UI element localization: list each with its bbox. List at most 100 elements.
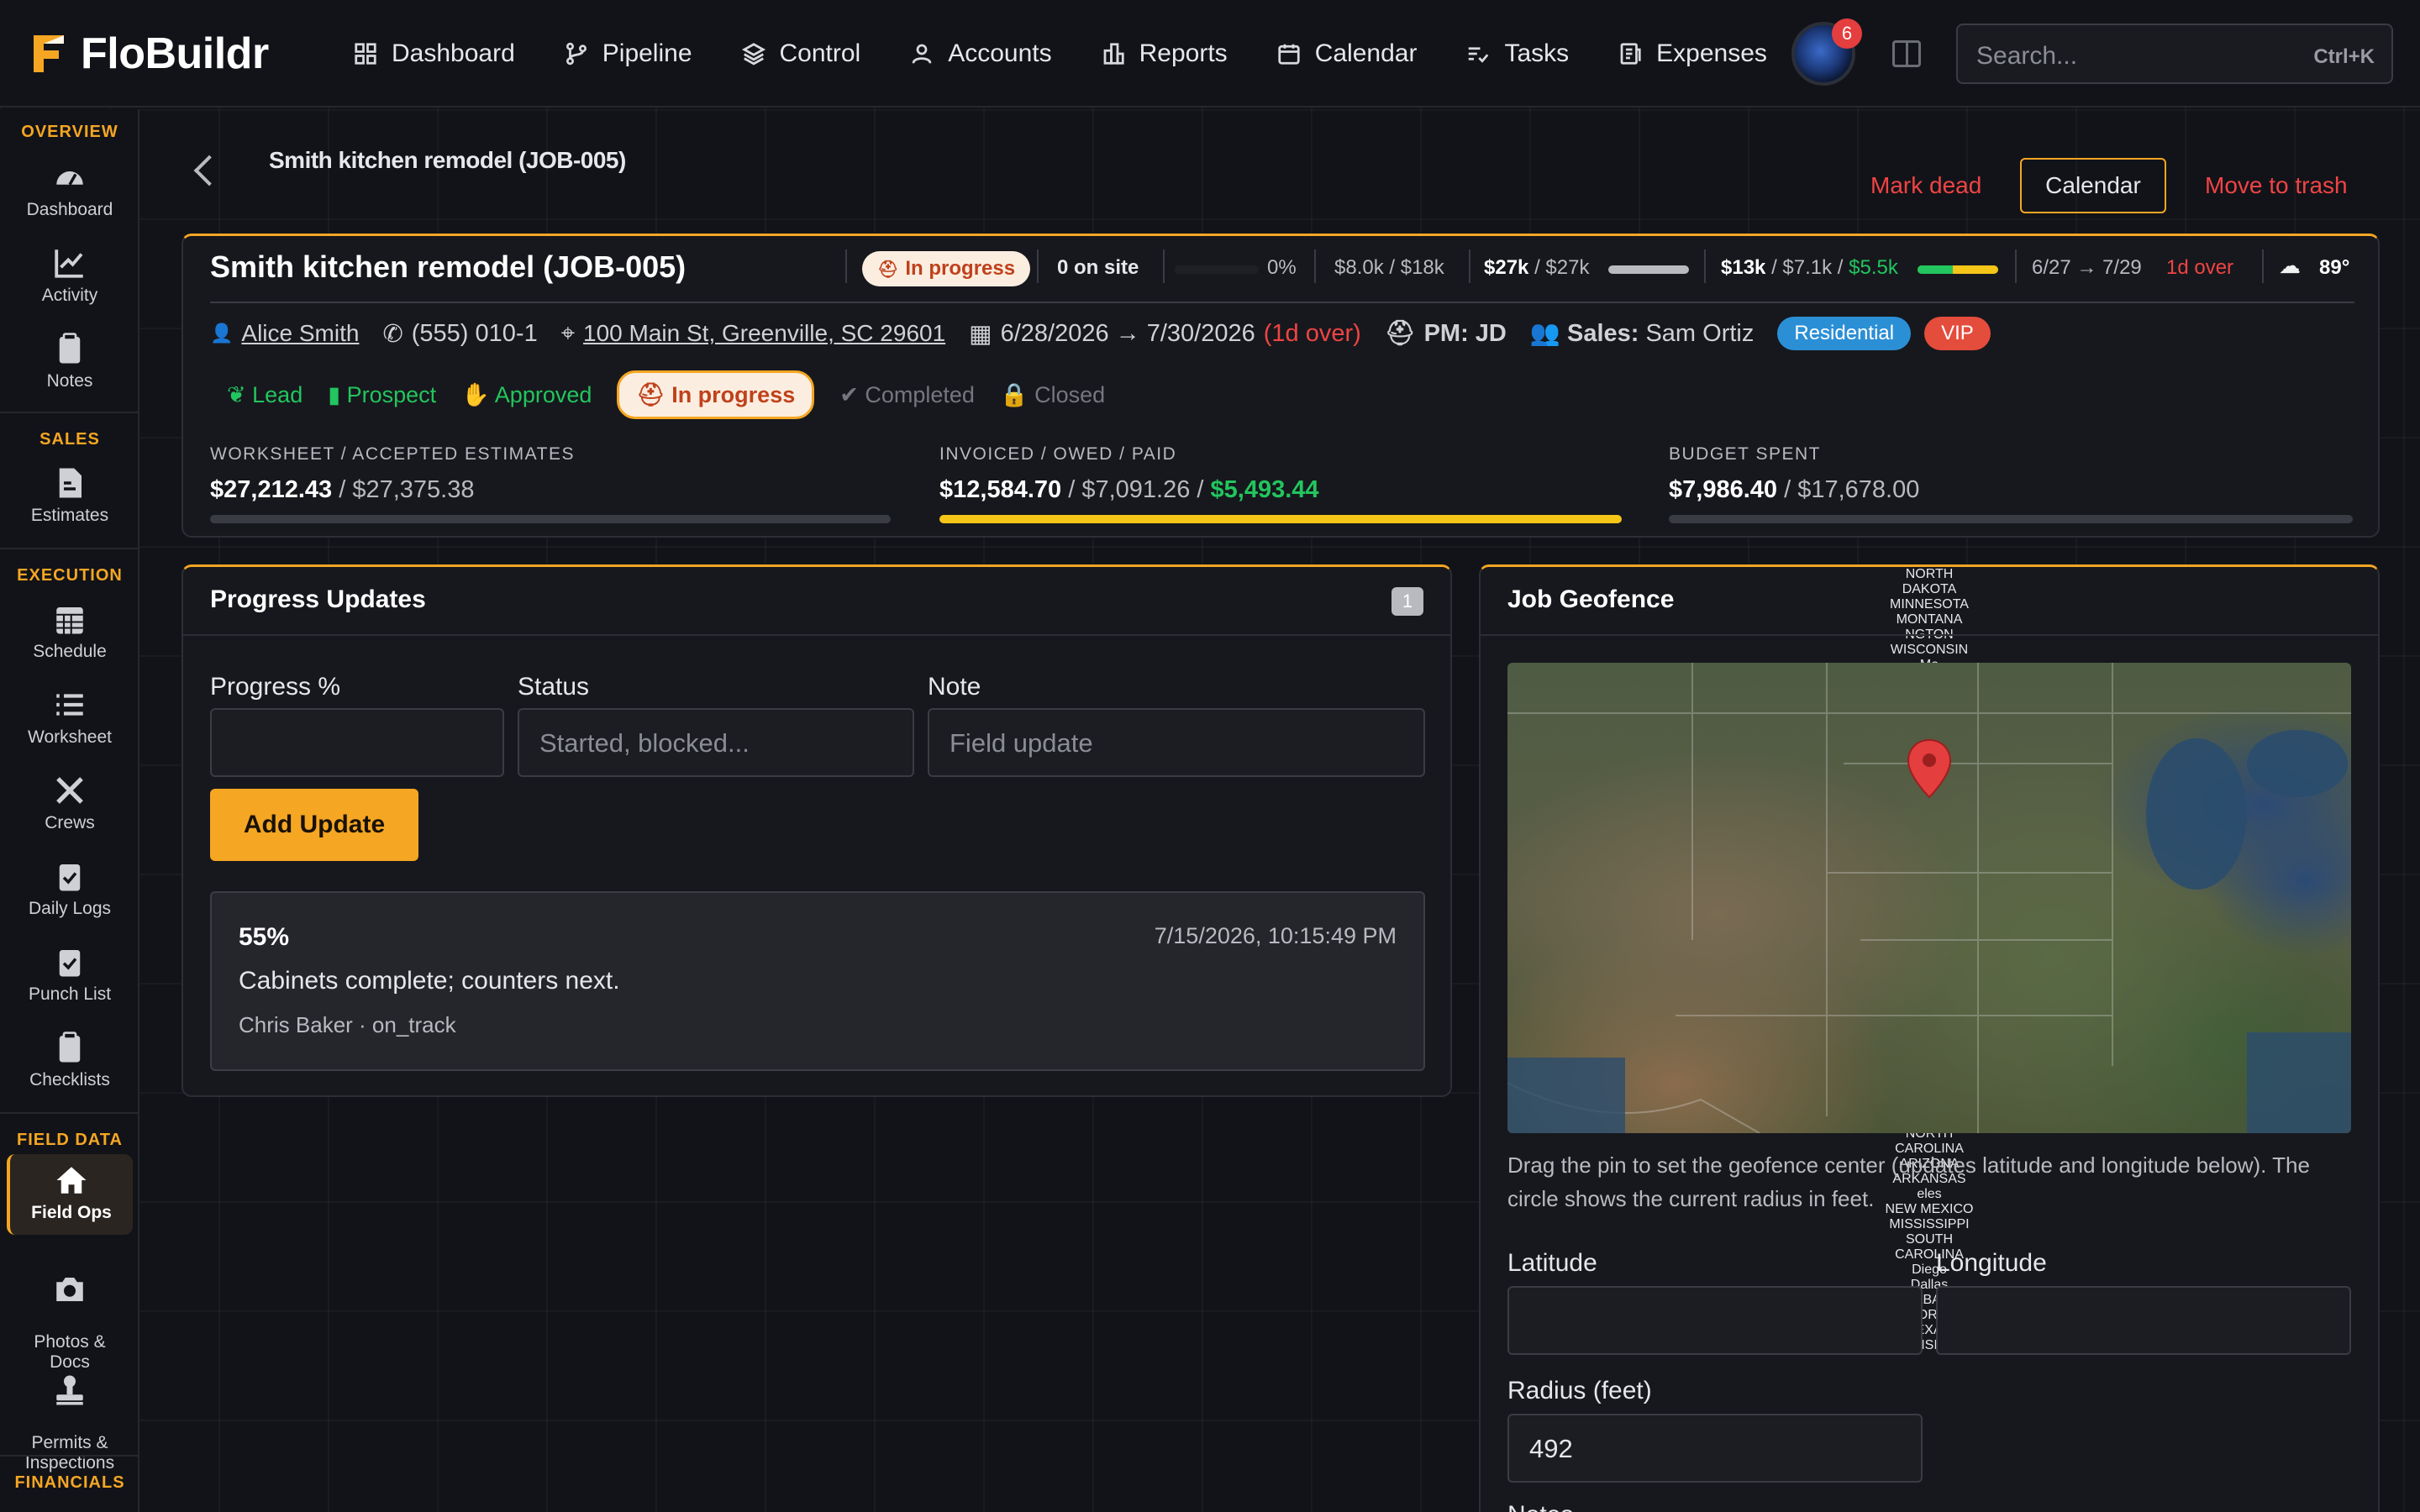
invoiced-bar <box>939 515 1622 523</box>
sidebar-item-label: Notes <box>46 371 93 391</box>
budget-stat-label: BUDGET SPENT <box>1669 444 1821 464</box>
address-link[interactable]: 100 Main St, Greenville, SC 29601 <box>583 320 945 347</box>
sidebar-item-daily-logs[interactable]: Daily Logs <box>0 858 139 919</box>
nav-dashboard[interactable]: Dashboard <box>353 39 515 68</box>
note-placeholder: Field update <box>950 728 1093 758</box>
stage-in-progress[interactable]: ⛑ In progress <box>617 370 815 419</box>
sidebar-item-activity[interactable]: Activity <box>0 245 139 306</box>
divider <box>210 302 2354 303</box>
nav-reports[interactable]: Reports <box>1101 39 1228 68</box>
map-label: WISCONSIN <box>1890 643 1969 657</box>
sidebar-item-label: Activity <box>41 286 98 305</box>
receipt-icon <box>1620 43 1641 65</box>
sidebar-item-label: Field Ops <box>31 1203 112 1222</box>
status-input[interactable]: Started, blocked... <box>518 708 914 777</box>
add-update-button[interactable]: Add Update <box>210 789 418 861</box>
invoice-mini-invoiced: $13k <box>1721 256 1766 279</box>
latitude-input[interactable] <box>1507 1286 1923 1355</box>
search-input[interactable]: Search... Ctrl+K <box>1956 24 2393 84</box>
divider <box>1037 249 1039 283</box>
stage-closed[interactable]: 🔒 Closed <box>1000 381 1105 408</box>
stage-completed[interactable]: ✔ Completed <box>839 382 975 408</box>
progress-mini-bar <box>1175 265 1259 274</box>
sidebar-item-label: Checklists <box>29 1070 110 1089</box>
sidebar-section-field-data: FIELD DATA <box>17 1131 123 1149</box>
camera-icon <box>56 1278 83 1301</box>
invoice-mini-owed: / $7.1k / <box>1771 256 1844 279</box>
client-link[interactable]: Alice Smith <box>241 320 359 347</box>
update-count-badge: 1 <box>1392 587 1423 616</box>
owed-amount: / $7,091.26 / <box>1068 476 1204 503</box>
back-arrow-icon[interactable] <box>193 155 225 186</box>
sidebar-item-checklists[interactable]: Checklists <box>0 1030 139 1090</box>
nav-calendar[interactable]: Calendar <box>1276 39 1418 68</box>
nav-label: Expenses <box>1656 39 1767 67</box>
sidebar-divider <box>0 548 139 549</box>
sidebar-section-sales: SALES <box>39 430 100 449</box>
sidebar-item-dashboard[interactable]: Dashboard <box>0 160 139 220</box>
sidebar-item-worksheet[interactable]: Worksheet <box>0 687 139 748</box>
job-date-range: 6/28/2026 → 7/30/2026 <box>1000 319 1255 347</box>
worksheet-mini-total: / $27k <box>1534 256 1590 279</box>
entry-percent: 55% <box>239 923 290 951</box>
job-geofence-card: Job Geofence NORTH DAKOTA MINNESOTA MONTAN… <box>1479 564 2380 1512</box>
note-input[interactable]: Field update <box>928 708 1425 777</box>
page-breadcrumb: Smith kitchen remodel (JOB-005) <box>269 147 626 173</box>
nav-pipeline[interactable]: Pipeline <box>564 39 692 68</box>
sidebar-item-label: Estimates <box>30 506 109 525</box>
sidebar-item-notes[interactable]: Notes <box>0 331 139 391</box>
calendar-button[interactable]: Calendar <box>2020 158 2166 213</box>
sidebar-item-schedule[interactable]: Schedule <box>0 601 139 662</box>
nav-expenses[interactable]: Expenses <box>1618 39 1767 68</box>
geofence-map[interactable] <box>1507 663 2351 1133</box>
longitude-input[interactable] <box>1936 1286 2351 1355</box>
nav-label: Accounts <box>948 39 1052 67</box>
nav-label: Calendar <box>1314 39 1418 67</box>
mark-dead-button[interactable]: Mark dead <box>1870 172 1981 199</box>
client-phone[interactable]: (555) 010-1 <box>412 320 538 348</box>
sidebar-item-estimates[interactable]: Estimates <box>0 465 139 526</box>
sidebar-item-punch-list[interactable]: Punch List <box>0 944 139 1005</box>
branch-icon <box>566 42 587 66</box>
map-label: Diego <box>1912 1263 1947 1277</box>
nav-control[interactable]: Control <box>741 39 860 68</box>
lock-icon: 🔒 <box>999 382 1028 407</box>
phone-icon: ✆ <box>382 320 403 348</box>
nav-tasks[interactable]: Tasks <box>1465 39 1569 68</box>
radius-label: Radius (feet) <box>1507 1377 1652 1404</box>
stage-approved[interactable]: ✋ Approved <box>461 381 592 408</box>
file-invoice-icon <box>59 468 82 498</box>
sidebar-divider <box>0 1112 139 1114</box>
nav-label: Pipeline <box>602 39 692 67</box>
divider <box>183 634 1450 636</box>
sidebar-item-label: Worksheet <box>28 727 112 747</box>
sidebar-item-crews[interactable]: Crews <box>0 773 139 833</box>
app-logo[interactable]: FloBuildr <box>30 29 269 79</box>
budget-spent-amount: $7,986.40 <box>1669 476 1778 503</box>
project-manager: PM: JD <box>1423 319 1507 347</box>
stage-label: Approved <box>494 382 592 407</box>
divider <box>2262 249 2264 283</box>
sidebar-item-field-ops[interactable]: Field Ops <box>7 1154 133 1235</box>
status-label: Status <box>518 673 590 701</box>
nav-label: Tasks <box>1504 39 1570 67</box>
map-pin-icon[interactable] <box>1906 738 1953 799</box>
calendar-icon <box>1278 44 1300 65</box>
nav-accounts[interactable]: Accounts <box>909 39 1052 68</box>
stage-prospect[interactable]: ▮ Prospect <box>328 382 436 408</box>
tag-vip: VIP <box>1924 317 1991 350</box>
move-to-trash-button[interactable]: Move to trash <box>2205 172 2348 199</box>
invoiced-stat-label: INVOICED / OWED / PAID <box>939 444 1177 464</box>
worksheet-mini: $27k / $27k <box>1484 256 1589 280</box>
radius-input[interactable]: 492 <box>1507 1414 1923 1483</box>
hard-hat-icon: ⛑ <box>636 382 666 407</box>
status-placeholder: Started, blocked... <box>539 728 750 758</box>
sidebar-toggle-icon[interactable] <box>1892 40 1921 67</box>
budget-total-amount: / $17,678.00 <box>1784 476 1920 503</box>
progress-pct-input[interactable] <box>210 708 504 777</box>
date-range-mini: 6/27 → 7/29 <box>2032 256 2142 279</box>
sidebar-item-label: Permits & Inspections <box>24 1433 115 1473</box>
stage-lead[interactable]: ❦ Lead <box>210 382 302 408</box>
clipboard-icon: ▮ <box>328 381 341 407</box>
worksheet-amount: $27,212.43 <box>210 476 333 503</box>
